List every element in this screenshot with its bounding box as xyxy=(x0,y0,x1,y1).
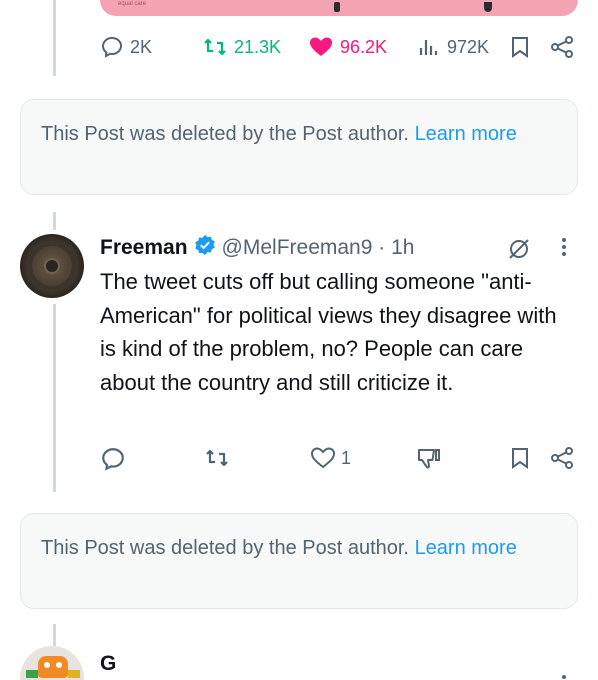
thread-line xyxy=(53,624,56,646)
repost-icon xyxy=(206,449,228,467)
thread-line xyxy=(53,304,56,492)
grok-icon[interactable] xyxy=(506,236,532,268)
bookmark-button[interactable] xyxy=(509,35,531,59)
share-icon xyxy=(551,447,573,469)
repost-button[interactable]: 21.3K xyxy=(202,35,281,59)
display-name[interactable]: G xyxy=(100,652,116,676)
handle-and-time[interactable]: @MelFreeman9 · 1h xyxy=(222,236,415,260)
thread-line xyxy=(53,212,56,230)
avatar[interactable] xyxy=(20,234,84,298)
tweet-header: Freeman @MelFreeman9 · 1h xyxy=(100,233,578,263)
media-caption: equal care xyxy=(118,1,147,7)
share-button[interactable] xyxy=(549,35,575,59)
heart-outline-icon xyxy=(310,447,336,469)
deleted-post-text: This Post was deleted by the Post author… xyxy=(41,537,409,559)
deleted-post-notice: This Post was deleted by the Post author… xyxy=(20,99,578,195)
views-count: 972K xyxy=(447,36,490,57)
reply-button[interactable]: 2K xyxy=(100,35,152,59)
repost-button[interactable] xyxy=(204,446,230,470)
learn-more-link[interactable]: Learn more xyxy=(415,123,517,145)
engagement-bar: 2K 21.3K 96.2K 972K xyxy=(100,34,578,60)
like-button[interactable]: 1 xyxy=(310,446,351,470)
repost-count: 21.3K xyxy=(234,36,282,57)
reply-count: 2K xyxy=(130,36,153,57)
like-button[interactable]: 96.2K xyxy=(308,35,387,59)
learn-more-link[interactable]: Learn more xyxy=(415,537,517,559)
engagement-bar: 1 xyxy=(100,446,578,476)
more-options-icon[interactable] xyxy=(558,670,570,680)
display-name[interactable]: Freeman xyxy=(100,236,188,260)
verified-badge-icon xyxy=(194,234,216,262)
share-button[interactable] xyxy=(549,446,575,470)
deleted-post-notice: This Post was deleted by the Post author… xyxy=(20,513,578,609)
like-count: 96.2K xyxy=(340,36,388,57)
like-count: 1 xyxy=(341,447,352,468)
views-icon xyxy=(419,40,438,55)
bookmark-icon xyxy=(512,37,528,58)
thumbs-down-icon xyxy=(418,449,440,469)
reply-icon xyxy=(101,36,123,58)
more-options-icon[interactable] xyxy=(558,235,570,265)
reply-button[interactable] xyxy=(100,446,126,472)
avatar[interactable] xyxy=(20,646,84,680)
thread-line xyxy=(53,0,56,76)
heart-filled-icon xyxy=(310,37,332,56)
reply-icon xyxy=(102,448,124,471)
tweet-media-image[interactable]: equal care xyxy=(100,0,578,16)
downvote-button[interactable] xyxy=(416,446,442,472)
tweet-body: The tweet cuts off but calling someone "… xyxy=(100,269,557,395)
share-icon xyxy=(551,36,573,58)
bookmark-icon xyxy=(512,448,528,469)
bookmark-button[interactable] xyxy=(509,446,531,470)
repost-icon xyxy=(204,38,226,56)
views-button[interactable]: 972K xyxy=(417,35,489,59)
deleted-post-text: This Post was deleted by the Post author… xyxy=(41,123,409,145)
